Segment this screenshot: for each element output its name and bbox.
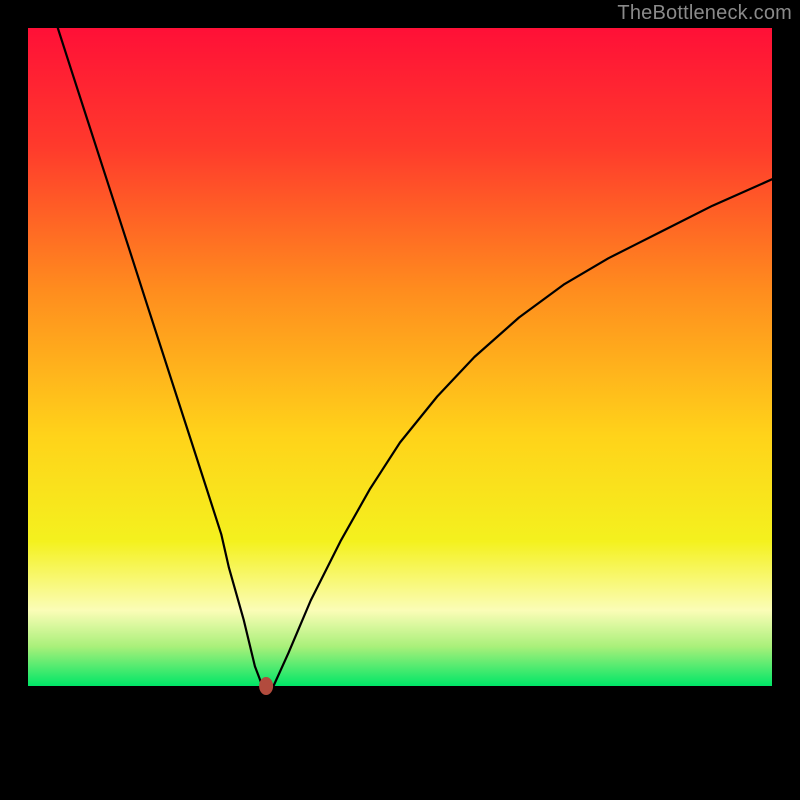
watermark-text: TheBottleneck.com — [617, 2, 792, 25]
bottleneck-chart — [28, 28, 772, 772]
chart-frame: TheBottleneck.com — [0, 0, 800, 800]
baseline-band — [28, 686, 772, 772]
minimum-marker — [259, 677, 273, 695]
gradient-background — [28, 28, 772, 686]
